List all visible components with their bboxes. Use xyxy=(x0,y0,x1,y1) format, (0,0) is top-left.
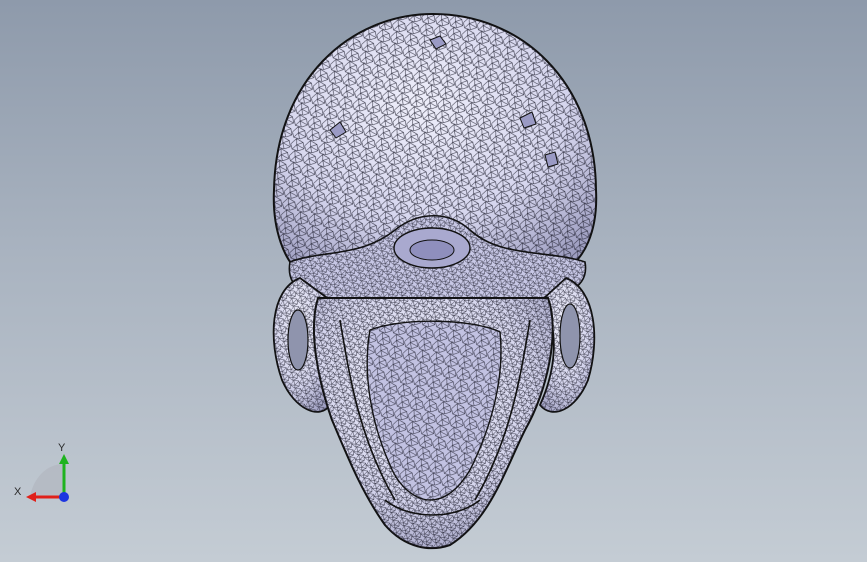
graphics-viewport[interactable]: X Y xyxy=(0,0,867,562)
y-axis-arrow xyxy=(59,454,69,464)
x-axis-label: X xyxy=(14,486,22,498)
skull-mesh-model[interactable] xyxy=(0,0,867,562)
y-axis-label: Y xyxy=(58,442,66,454)
triad-plane xyxy=(30,464,64,496)
orientation-triad xyxy=(26,454,69,502)
z-axis-dot xyxy=(59,492,69,502)
